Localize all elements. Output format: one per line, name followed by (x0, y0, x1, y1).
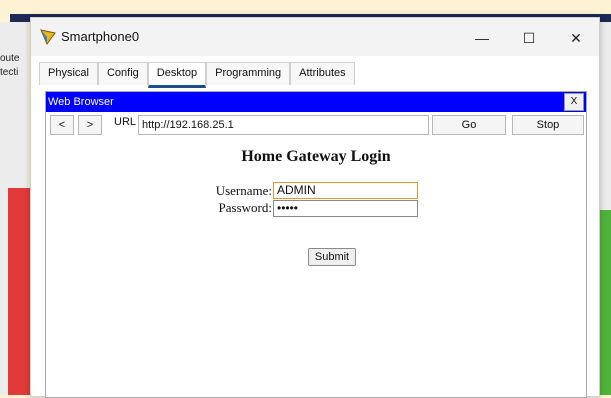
password-input[interactable]: ••••• (273, 200, 418, 217)
page-title: Home Gateway Login (241, 148, 391, 165)
password-label: Password: (218, 200, 272, 215)
desktop-background (0, 0, 611, 14)
background-canvas-green (600, 210, 611, 395)
username-label: Username: (215, 183, 272, 198)
close-button[interactable]: ✕ (553, 24, 599, 52)
password-row: Password: (186, 200, 272, 216)
url-label: URL (114, 116, 137, 128)
smartphone-window: Smartphone0 — ☐ ✕ Physical Config Deskto… (30, 17, 600, 398)
browser-navbar: < > URL http://192.168.25.1 Go Stop (46, 115, 586, 135)
background-label: tecti (0, 67, 19, 78)
tab-desktop[interactable]: Desktop (147, 62, 207, 88)
window-title: Smartphone0 (61, 29, 140, 44)
browser-title: Web Browser (48, 96, 114, 108)
username-row: Username: (186, 183, 272, 199)
submit-button[interactable]: Submit (308, 248, 356, 266)
stop-button[interactable]: Stop (512, 115, 584, 135)
maximize-button[interactable]: ☐ (506, 24, 552, 52)
web-browser: Web Browser X < > URL http://192.168.25.… (45, 91, 587, 398)
tab-physical[interactable]: Physical (39, 62, 98, 85)
tab-attributes[interactable]: Attributes (290, 62, 355, 85)
go-button[interactable]: Go (432, 115, 506, 135)
app-icon (40, 29, 56, 46)
tab-programming[interactable]: Programming (206, 62, 291, 85)
browser-close-button[interactable]: X (564, 93, 584, 111)
device-tabs: Physical Config Desktop Programming Attr… (39, 62, 355, 88)
browser-page: Home Gateway Login Username: ADMIN Passw… (46, 140, 586, 397)
tab-config[interactable]: Config (97, 62, 148, 85)
background-label: oute (0, 53, 20, 64)
window-titlebar[interactable]: Smartphone0 — ☐ ✕ (31, 18, 599, 56)
background-canvas-red (8, 188, 32, 395)
forward-button[interactable]: > (78, 115, 102, 135)
minimize-button[interactable]: — (459, 24, 505, 52)
username-input[interactable]: ADMIN (273, 182, 418, 199)
browser-header: Web Browser X (46, 92, 586, 112)
url-input[interactable]: http://192.168.25.1 (138, 115, 429, 135)
back-button[interactable]: < (50, 115, 74, 135)
